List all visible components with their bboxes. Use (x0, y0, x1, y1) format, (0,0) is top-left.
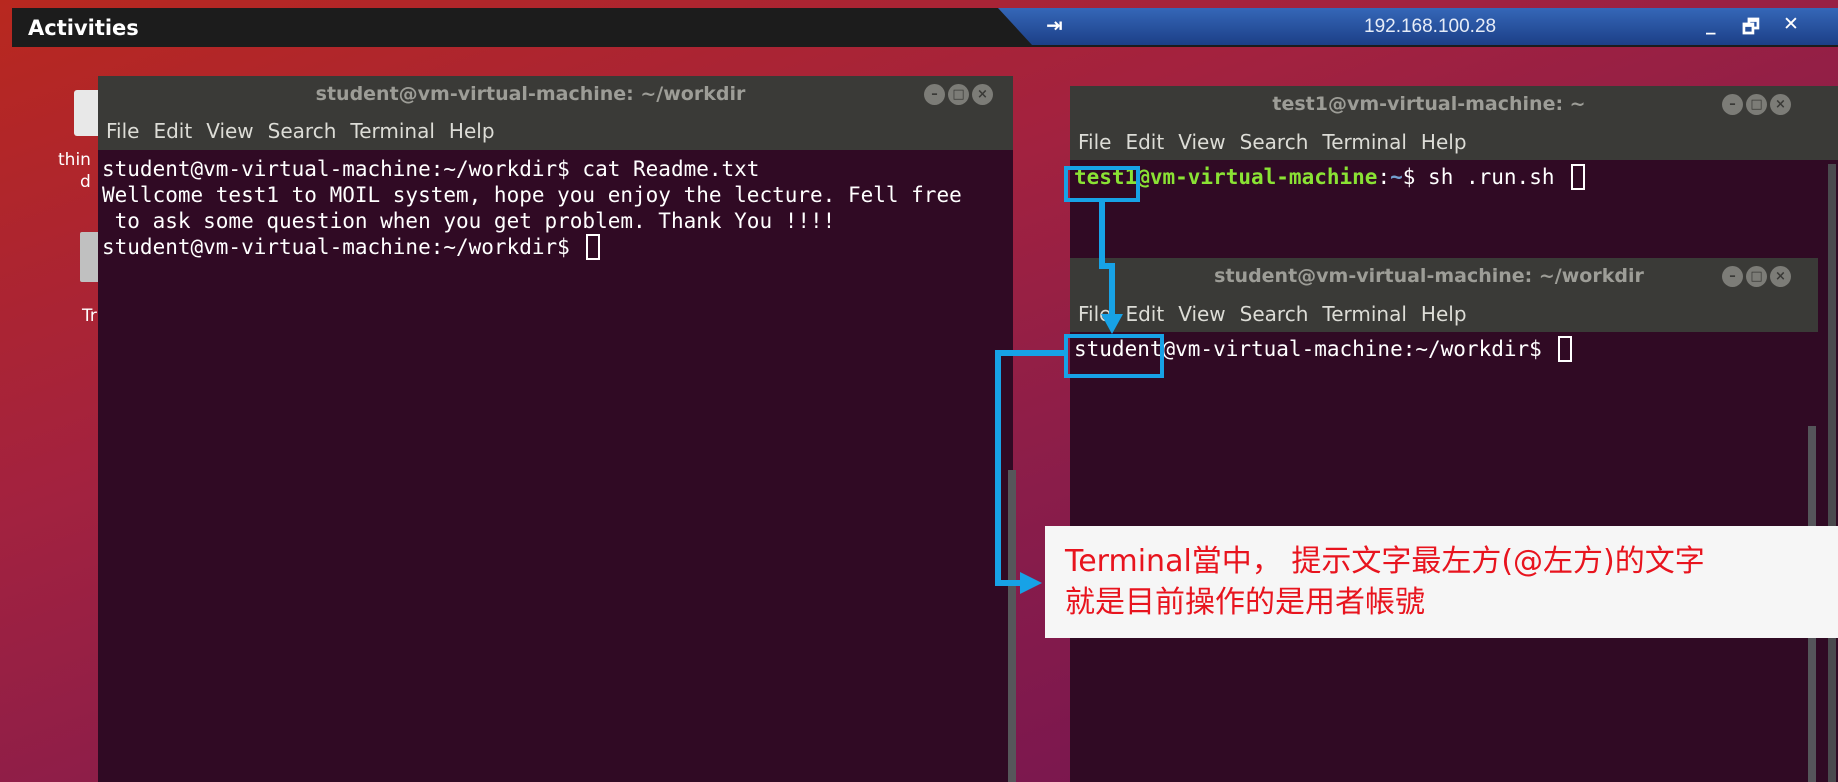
window-controls: – □ × (1722, 266, 1791, 287)
window-title: student@vm-virtual-machine: ~/workdir (315, 83, 746, 105)
menu-view[interactable]: View (1178, 302, 1225, 326)
minimize-icon[interactable]: – (1722, 94, 1743, 115)
close-icon[interactable]: × (1770, 266, 1791, 287)
desktop-item-label: thin (58, 150, 91, 170)
maximize-icon[interactable]: □ (948, 84, 969, 105)
maximize-icon[interactable]: □ (1746, 266, 1767, 287)
menu-help[interactable]: Help (1421, 302, 1467, 326)
terminal-line: to ask some question when you get proble… (102, 209, 836, 233)
terminal-output[interactable]: student@vm-virtual-machine:~/workdir$ ca… (102, 156, 1009, 260)
highlight-test1-user (1064, 166, 1140, 202)
title-bar[interactable]: student@vm-virtual-machine: ~/workdir – … (98, 76, 1013, 114)
highlight-student-user (1064, 334, 1164, 378)
pin-icon[interactable]: ⇥ (1046, 13, 1063, 37)
menu-edit[interactable]: Edit (1125, 302, 1164, 326)
close-icon[interactable]: × (972, 84, 993, 105)
prompt-symbol: $ (1402, 165, 1416, 189)
menu-bar: File Edit View Search Terminal Help (1070, 124, 1838, 160)
prompt-path: ~ (1390, 165, 1403, 189)
menu-bar: File Edit View Search Terminal Help (1070, 296, 1818, 332)
menu-file[interactable]: File (1078, 302, 1111, 326)
menu-file[interactable]: File (1078, 130, 1111, 154)
menu-help[interactable]: Help (449, 119, 495, 143)
desktop-item-label: d (80, 172, 91, 192)
annotation-line-1: Terminal當中， 提示文字最左方(@左方)的文字 (1065, 544, 1705, 579)
maximize-icon[interactable]: □ (1746, 94, 1767, 115)
menu-terminal[interactable]: Terminal (350, 119, 435, 143)
menu-view[interactable]: View (206, 119, 253, 143)
scrollbar[interactable] (1828, 164, 1836, 782)
window-title: student@vm-virtual-machine: ~/workdir (1214, 265, 1644, 287)
close-icon[interactable]: × (1770, 94, 1791, 115)
text-cursor (1558, 336, 1573, 362)
menu-help[interactable]: Help (1421, 130, 1467, 154)
restore-icon[interactable]: 🗗 (1742, 13, 1760, 45)
terminal-output[interactable]: test1@vm-virtual-machine:~$ sh .run.sh (1074, 164, 1834, 190)
command-text: sh .run.sh (1415, 165, 1568, 189)
terminal-window-student[interactable]: student@vm-virtual-machine: ~/workdir – … (98, 76, 1016, 782)
menu-file[interactable]: File (106, 119, 139, 143)
window-controls: – □ × (1722, 94, 1791, 115)
desktop-item-label: Tr (82, 306, 97, 326)
scrollbar[interactable] (1008, 470, 1016, 782)
minimize-icon[interactable]: _ (1706, 13, 1716, 35)
window-controls: – □ × (924, 84, 993, 105)
close-icon[interactable]: ✕ (1783, 13, 1799, 35)
activities-button[interactable]: Activities (28, 16, 139, 40)
menu-edit[interactable]: Edit (153, 119, 192, 143)
terminal-line: student@vm-virtual-machine:~/workdir$ ca… (102, 157, 760, 181)
arrowhead-right (1020, 572, 1042, 594)
annotation-line-2: 就是目前操作的是用者帳號 (1065, 585, 1425, 620)
terminal-window-student-2[interactable]: student@vm-virtual-machine: ~/workdir – … (1070, 258, 1818, 782)
menu-edit[interactable]: Edit (1125, 130, 1164, 154)
text-cursor (586, 234, 601, 260)
terminal-line: Wellcome test1 to MOIL system, hope you … (102, 183, 962, 207)
minimize-icon[interactable]: – (1722, 266, 1743, 287)
prompt-separator: : (1377, 165, 1391, 189)
text-cursor (1571, 164, 1586, 190)
menu-search[interactable]: Search (1240, 130, 1309, 154)
title-bar[interactable]: student@vm-virtual-machine: ~/workdir – … (1070, 258, 1818, 296)
menu-view[interactable]: View (1178, 130, 1225, 154)
menu-terminal[interactable]: Terminal (1322, 130, 1407, 154)
menu-search[interactable]: Search (268, 119, 337, 143)
terminal-line: student@vm-virtual-machine:~/workdir$ (102, 235, 583, 259)
menu-terminal[interactable]: Terminal (1322, 302, 1407, 326)
menu-bar: File Edit View Search Terminal Help (98, 112, 1013, 150)
terminal-output[interactable]: student@vm-virtual-machine:~/workdir$ (1074, 336, 1814, 362)
remote-desktop-bar: ⇥ 192.168.100.28 _ 🗗 ✕ (998, 8, 1838, 45)
annotation-callout: Terminal當中， 提示文字最左方(@左方)的文字 就是目前操作的是用者帳號 (1045, 526, 1838, 638)
minimize-icon[interactable]: – (924, 84, 945, 105)
menu-search[interactable]: Search (1240, 302, 1309, 326)
host-address: 192.168.100.28 (1364, 16, 1497, 37)
window-title: test1@vm-virtual-machine: ~ (1272, 93, 1586, 115)
title-bar[interactable]: test1@vm-virtual-machine: ~ – □ × (1070, 86, 1838, 124)
